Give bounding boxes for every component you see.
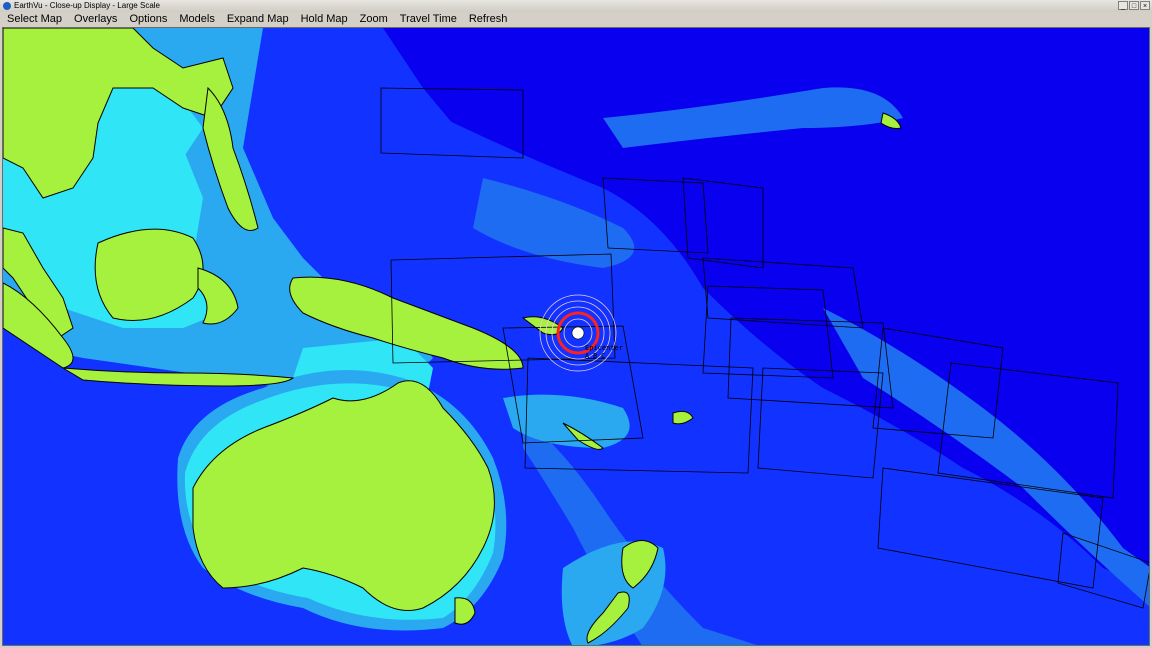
menu-zoom[interactable]: Zoom: [354, 12, 394, 27]
close-button[interactable]: ×: [1140, 1, 1150, 10]
menu-options[interactable]: Options: [123, 12, 173, 27]
window-title: EarthVu - Close-up Display - Large Scale: [14, 1, 160, 10]
menu-refresh[interactable]: Refresh: [463, 12, 514, 27]
menu-overlays[interactable]: Overlays: [68, 12, 123, 27]
map-canvas[interactable]: Epicenter A B C: [2, 27, 1150, 646]
event-label: Epicenter: [585, 344, 623, 352]
menu-bar: Select Map Overlays Options Models Expan…: [0, 12, 1152, 27]
menu-select-map[interactable]: Select Map: [0, 12, 68, 27]
window-controls: _ □ ×: [1118, 1, 1150, 10]
menu-travel-time[interactable]: Travel Time: [394, 12, 463, 27]
minimize-button[interactable]: _: [1118, 1, 1128, 10]
maximize-button[interactable]: □: [1129, 1, 1139, 10]
menu-models[interactable]: Models: [173, 12, 220, 27]
menu-expand-map[interactable]: Expand Map: [221, 12, 295, 27]
station-label-b: B: [593, 352, 597, 360]
earthvu-app-icon: [3, 2, 11, 10]
menu-hold-map[interactable]: Hold Map: [295, 12, 354, 27]
event-center[interactable]: [571, 326, 585, 340]
station-label-c: C: [601, 352, 605, 360]
bathymetry-map[interactable]: Epicenter A B C: [3, 28, 1150, 646]
